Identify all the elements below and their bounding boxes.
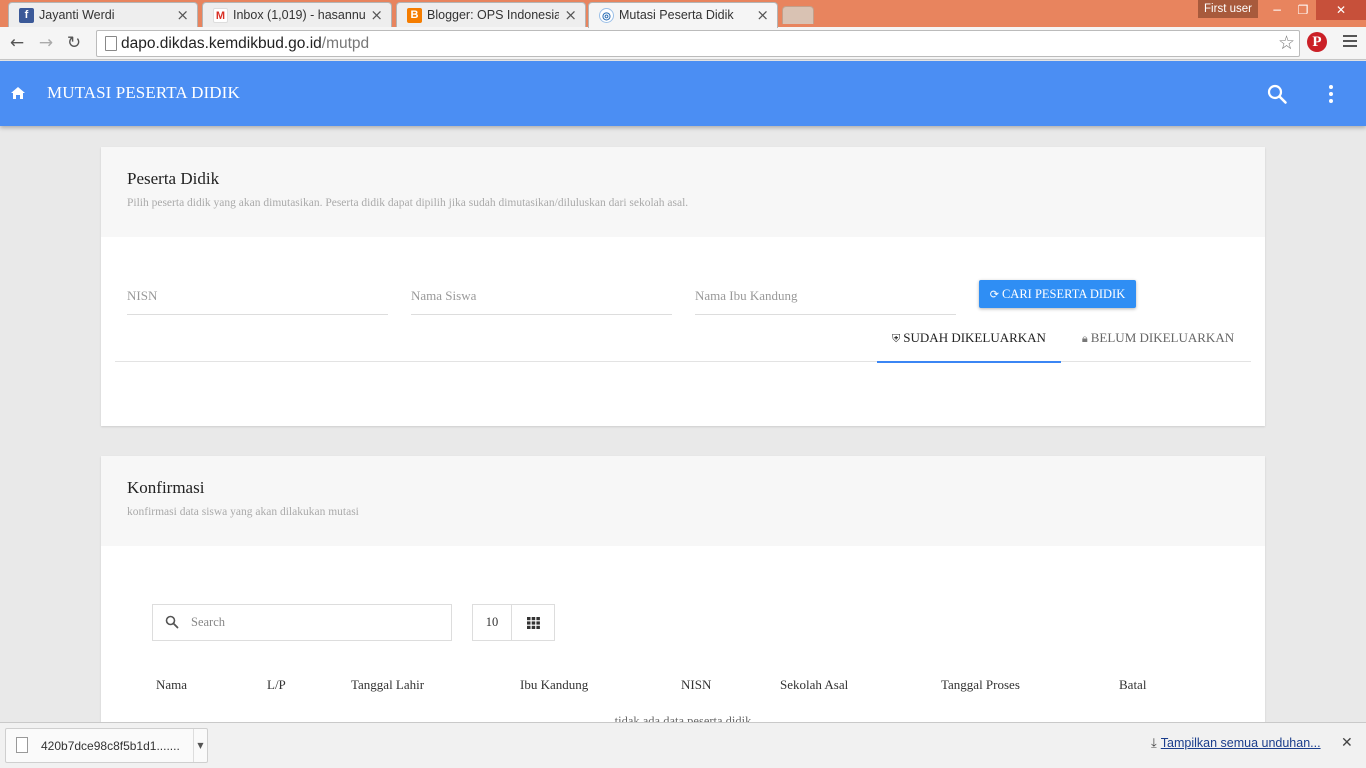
nama-siswa-input[interactable] (411, 288, 672, 304)
reload-icon[interactable]: ↻ (64, 33, 84, 53)
gmail-icon: M (213, 8, 228, 23)
lock-icon: 🔒︎ (1081, 332, 1088, 345)
cari-peserta-didik-button[interactable]: ⟳ CARI PESERTA DIDIK (979, 280, 1136, 308)
column-header-lp[interactable]: L/P (267, 677, 286, 693)
tab-close-icon[interactable]: × (564, 6, 577, 24)
facebook-icon: f (19, 8, 34, 23)
pinterest-icon[interactable]: P (1307, 32, 1327, 52)
nisn-field[interactable] (127, 282, 388, 315)
konfirmasi-card: Konfirmasi konfirmasi data siswa yang ak… (101, 456, 1265, 722)
download-shelf: 420b7dce98c8f5b1d1....... ▼ ⤓ Tampilkan s… (0, 722, 1366, 768)
tab-title: Blogger: OPS Indonesia - S (427, 8, 559, 22)
nama-ibu-field[interactable] (695, 282, 956, 315)
tab-close-icon[interactable]: × (176, 6, 189, 24)
file-icon (16, 737, 28, 753)
home-icon[interactable] (10, 85, 26, 101)
profile-badge[interactable]: First user (1198, 0, 1258, 18)
tab-label: BELUM DIKELUARKAN (1090, 330, 1235, 345)
page-size-select[interactable]: 10 (472, 604, 512, 641)
back-icon[interactable]: ← (7, 33, 27, 53)
tab-sudah-dikeluarkan[interactable]: ⛨ SUDAH DIKELUARKAN (877, 327, 1061, 363)
table-search-input[interactable] (191, 615, 431, 630)
peserta-didik-card: Peserta Didik Pilih peserta didik yang a… (101, 147, 1265, 426)
card-title: Peserta Didik (127, 169, 220, 188)
download-icon: ⤓ (1151, 736, 1157, 751)
nama-siswa-field[interactable] (411, 282, 672, 315)
tab-title: Mutasi Peserta Didik (619, 8, 734, 22)
show-all-label: Tampilkan semua unduhan... (1160, 736, 1321, 750)
tab-title: Inbox (1,019) - hasannudin (233, 8, 365, 22)
tab-label: SUDAH DIKELUARKAN (903, 330, 1046, 345)
download-filename: 420b7dce98c8f5b1d1....... (41, 739, 180, 753)
column-header-nama[interactable]: Nama (156, 677, 187, 693)
column-header-nisn[interactable]: NISN (681, 677, 711, 693)
nisn-input[interactable] (127, 288, 388, 304)
page-icon (105, 36, 117, 51)
verified-shield-icon: ⛨ (892, 332, 901, 345)
browser-tab-blogger[interactable]: B Blogger: OPS Indonesia - S × (396, 2, 586, 27)
browser-toolbar: ← → ↻ dapo.dikdas.kemdikbud.go.id/mutpd … (0, 27, 1366, 60)
column-header-batal[interactable]: Batal (1119, 677, 1146, 693)
column-header-tanggal-lahir[interactable]: Tanggal Lahir (351, 677, 424, 693)
browser-tab-gmail[interactable]: M Inbox (1,019) - hasannudin × (202, 2, 392, 27)
tab-close-icon[interactable]: × (756, 6, 769, 24)
search-icon[interactable] (1266, 83, 1288, 105)
empty-table-message: tidak ada data peserta didik (614, 714, 752, 722)
button-label: CARI PESERTA DIDIK (1001, 286, 1126, 301)
column-header-sekolah-asal[interactable]: Sekolah Asal (780, 677, 848, 693)
blogger-icon: B (407, 8, 422, 23)
app-bar: MUTASI PESERTA DIDIK (0, 61, 1366, 126)
tab-belum-dikeluarkan[interactable]: 🔒︎ BELUM DIKELUARKAN (1067, 327, 1249, 363)
more-vert-icon[interactable] (1326, 83, 1336, 105)
chevron-down-icon[interactable]: ▼ (193, 729, 207, 762)
browser-tab-mutasi[interactable]: ◎ Mutasi Peserta Didik × (588, 2, 778, 28)
card-header: Peserta Didik Pilih peserta didik yang a… (101, 147, 1265, 237)
bookmark-star-icon[interactable]: ☆ (1278, 32, 1295, 54)
minimize-icon[interactable]: − (1264, 0, 1290, 20)
grid-icon (527, 617, 540, 629)
column-header-ibu-kandung[interactable]: Ibu Kandung (520, 677, 588, 693)
browser-tab-facebook[interactable]: f Jayanti Werdi × (8, 2, 198, 27)
search-icon (165, 615, 179, 629)
page-title: MUTASI PESERTA DIDIK (47, 83, 240, 102)
close-icon[interactable]: ✕ (1341, 735, 1353, 751)
nama-ibu-input[interactable] (695, 288, 956, 304)
card-subtitle: konfirmasi data siswa yang akan dilakuka… (127, 506, 359, 518)
card-header: Konfirmasi konfirmasi data siswa yang ak… (101, 456, 1265, 546)
column-header-tanggal-proses[interactable]: Tanggal Proses (941, 677, 1020, 693)
card-title: Konfirmasi (127, 478, 205, 497)
address-bar[interactable]: dapo.dikdas.kemdikbud.go.id/mutpd ☆ (96, 30, 1300, 57)
new-tab-button[interactable] (782, 6, 814, 24)
browser-tabstrip: f Jayanti Werdi × M Inbox (1,019) - hasa… (0, 0, 1366, 28)
url-text: dapo.dikdas.kemdikbud.go.id/mutpd (121, 35, 370, 52)
forward-icon[interactable]: → (36, 33, 56, 53)
column-toggle-button[interactable] (511, 604, 555, 641)
card-subtitle: Pilih peserta didik yang akan dimutasika… (127, 197, 689, 209)
refresh-icon: ⟳ (989, 287, 999, 301)
tab-title: Jayanti Werdi (39, 8, 115, 22)
download-item[interactable]: 420b7dce98c8f5b1d1....... ▼ (5, 728, 208, 763)
show-all-downloads-link[interactable]: ⤓ Tampilkan semua unduhan... (1151, 736, 1321, 751)
table-search-box[interactable] (152, 604, 452, 641)
tab-close-icon[interactable]: × (370, 6, 383, 24)
kemdikbud-icon: ◎ (599, 8, 614, 23)
restore-icon[interactable]: ❐ (1290, 0, 1316, 20)
browser-menu-icon[interactable] (1343, 35, 1357, 49)
window-close-icon[interactable]: ✕ (1316, 0, 1366, 20)
